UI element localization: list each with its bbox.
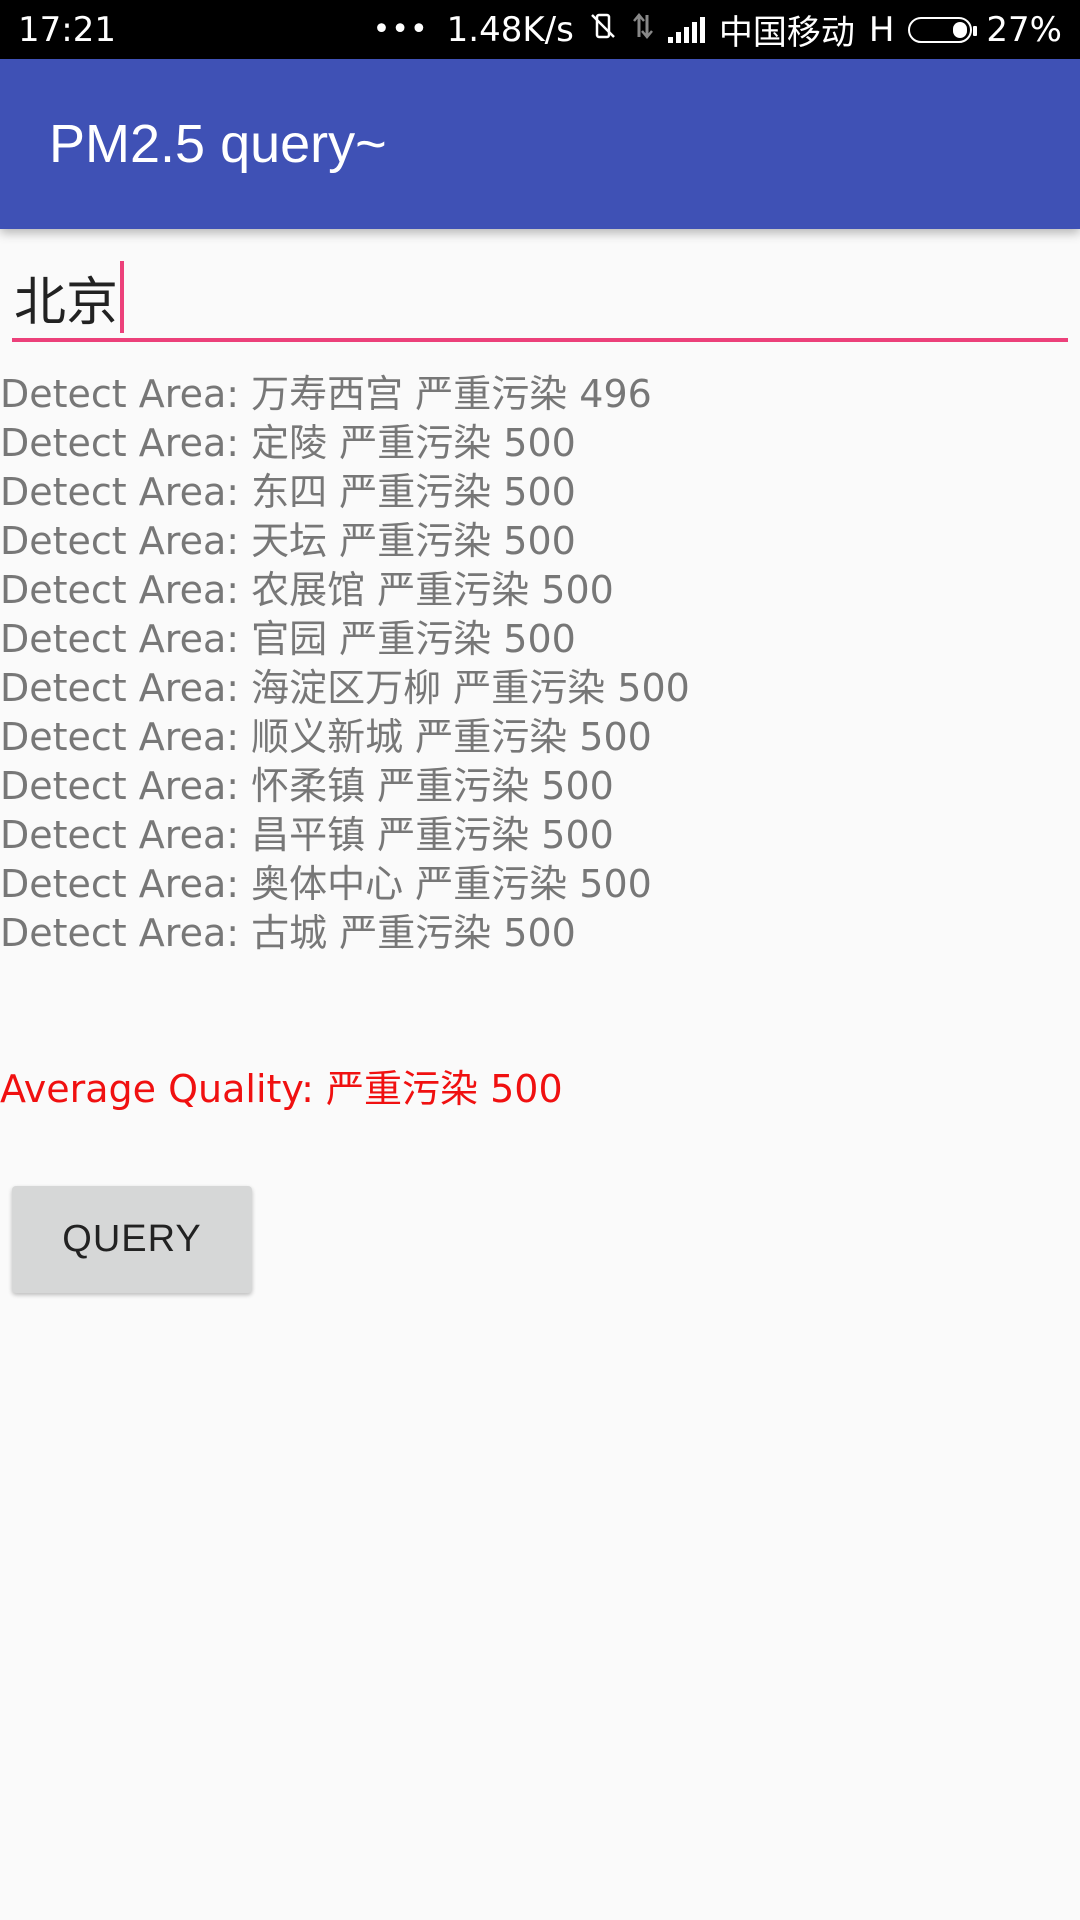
result-item: Detect Area: 海淀区万柳 严重污染 500 (0, 666, 690, 710)
battery-percent: 27% (986, 9, 1062, 50)
more-notifications-icon: ••• (372, 12, 429, 47)
result-item: Detect Area: 奥体中心 严重污染 500 (0, 862, 652, 906)
result-item: Detect Area: 农展馆 严重污染 500 (0, 568, 614, 612)
result-item: Detect Area: 怀柔镇 严重污染 500 (0, 764, 614, 808)
app-bar: PM2.5 query~ (0, 59, 1080, 229)
carrier-name: 中国移动 (718, 13, 855, 53)
status-time: 17:21 (18, 9, 116, 50)
status-icons: ••• 1.48K/s 中国移动 H 27% (373, 5, 1062, 54)
average-quality: Average Quality: 严重污染 500 (0, 1067, 563, 1111)
battery-icon (908, 16, 978, 43)
query-button[interactable]: QUERY (12, 1186, 252, 1293)
result-item: Detect Area: 天坛 严重污染 500 (0, 519, 576, 563)
network-type: H (868, 9, 895, 50)
result-item: Detect Area: 官园 严重污染 500 (0, 617, 576, 661)
signal-icon (667, 16, 705, 43)
vibrate-off-icon (588, 11, 618, 49)
result-item: Detect Area: 古城 严重污染 500 (0, 911, 576, 955)
result-item: Detect Area: 定陵 严重污染 500 (0, 421, 576, 465)
data-arrows-icon (632, 11, 654, 49)
page-title: PM2.5 query~ (49, 114, 387, 174)
result-item: Detect Area: 昌平镇 严重污染 500 (0, 813, 614, 857)
result-item: Detect Area: 东四 严重污染 500 (0, 470, 576, 514)
results-list: Detect Area: 万寿西宫 严重污染 496 Detect Area: … (0, 370, 690, 958)
text-cursor (120, 261, 125, 333)
city-input[interactable]: 北京 (12, 256, 1068, 342)
city-input-value[interactable]: 北京 (12, 260, 118, 335)
result-item: Detect Area: 万寿西宫 严重污染 496 (0, 372, 652, 416)
status-bar: 17:21 ••• 1.48K/s 中国移动 H 27% (0, 0, 1080, 59)
network-speed: 1.48K/s (446, 9, 574, 50)
result-item: Detect Area: 顺义新城 严重污染 500 (0, 715, 652, 759)
